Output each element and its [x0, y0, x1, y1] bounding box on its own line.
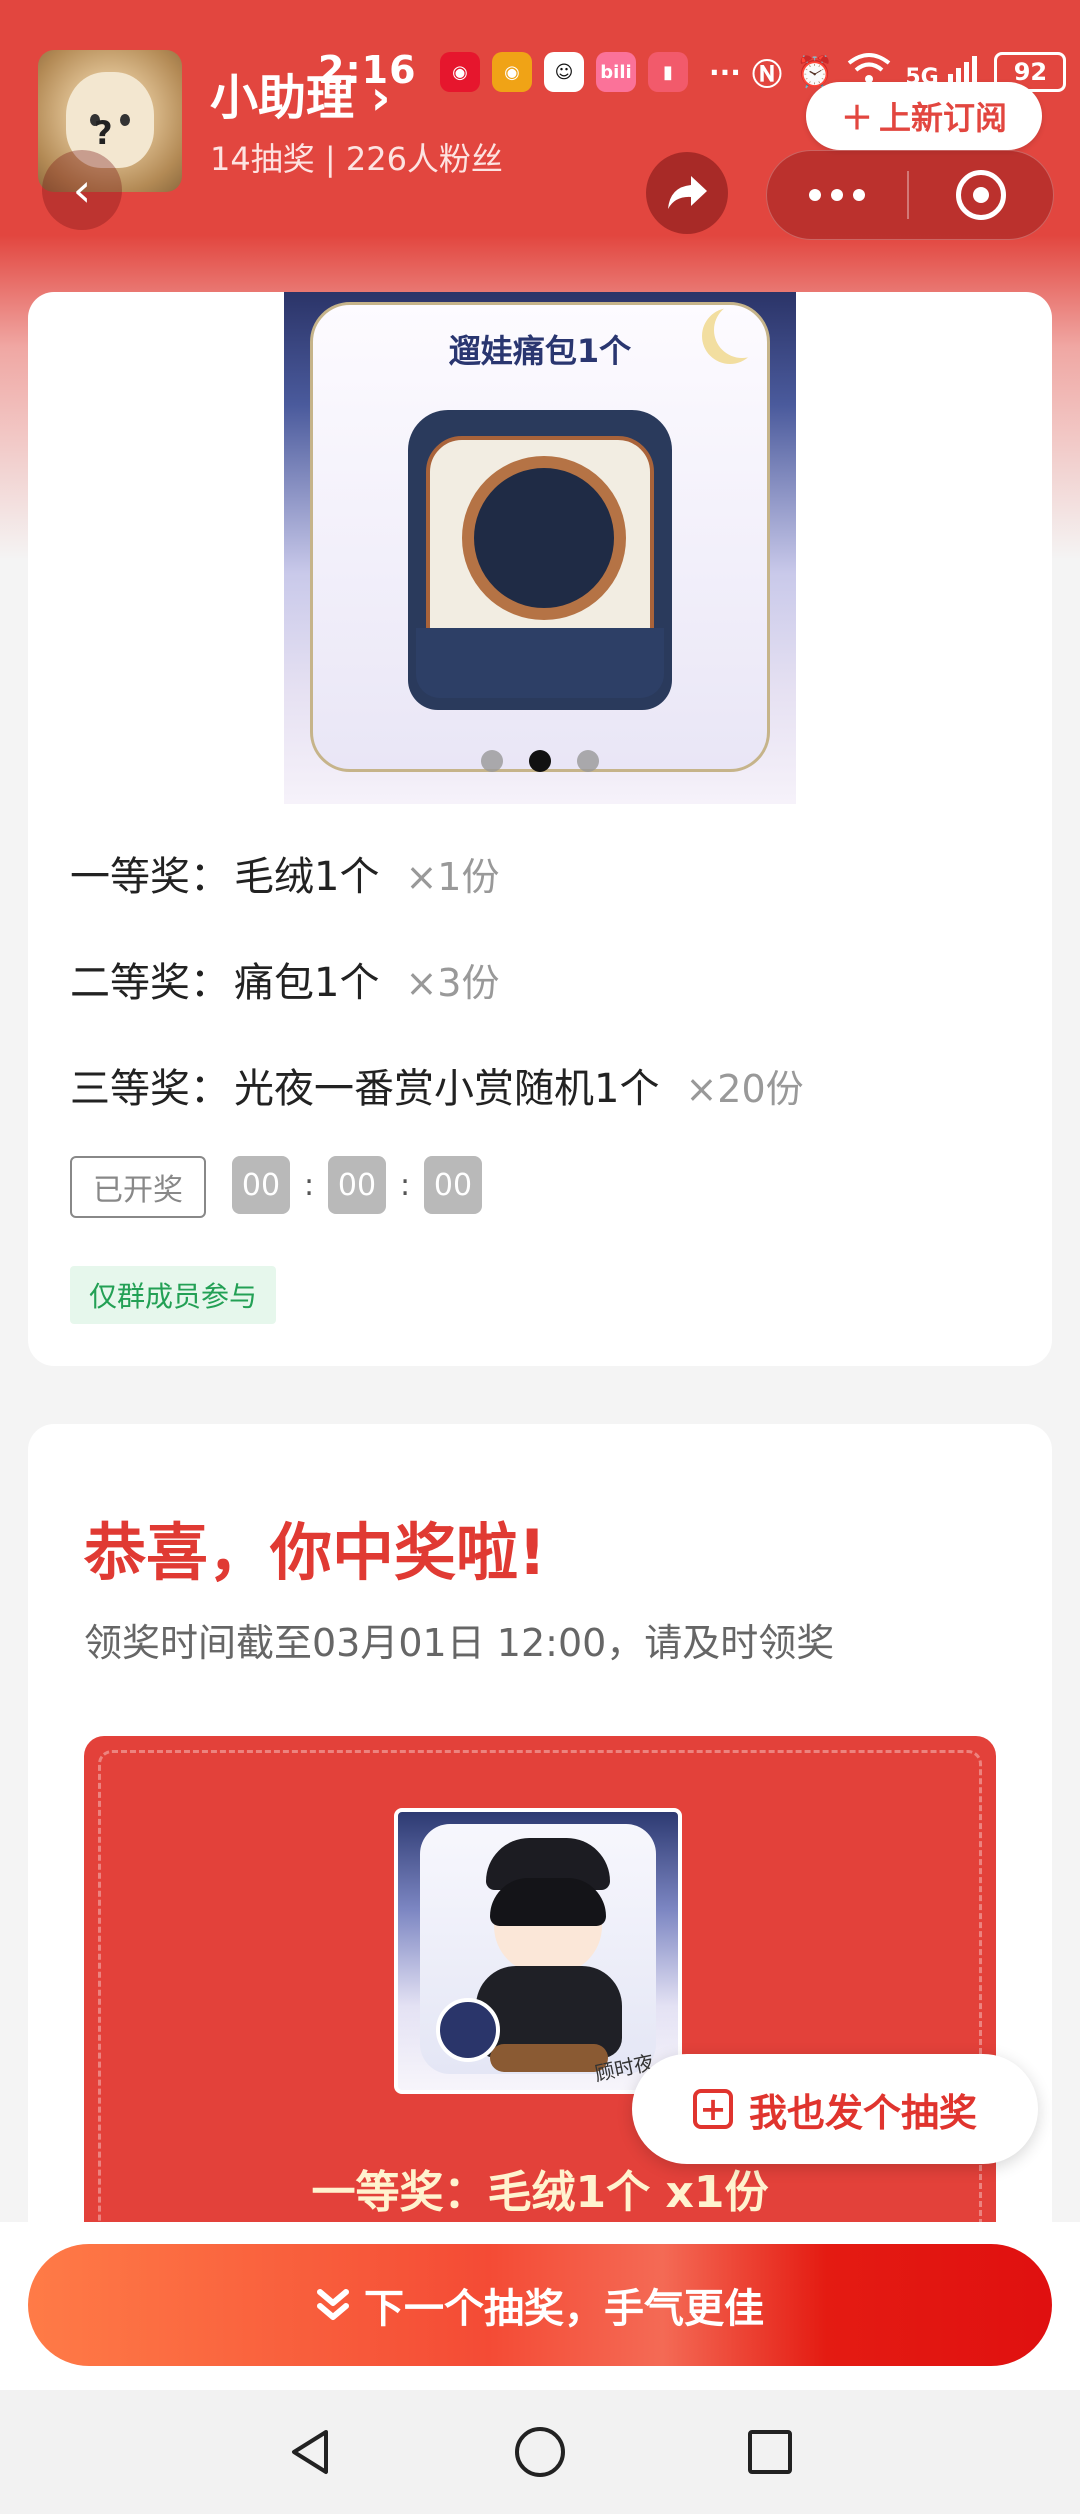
carousel-dot-active[interactable] [529, 750, 551, 772]
prize-row-first: 一等奖： 毛绒1个 ×1份 [70, 854, 500, 900]
plus-icon: ＋ [840, 99, 873, 137]
countdown-hours: 00 [232, 1156, 290, 1214]
status-app-icons: ◉ ◉ ☺ bili ▮ ··· [440, 52, 750, 92]
chevron-left-icon: ‹ [72, 163, 92, 217]
banner-title: 遛娃痛包1个 [448, 332, 632, 370]
system-navigation-bar [0, 2390, 1080, 2514]
carousel-dots [284, 750, 796, 772]
claim-deadline: 领奖时间截至03月01日 12:00，请及时领奖 [84, 1621, 835, 1665]
nav-home-button[interactable] [508, 2420, 572, 2484]
weibo-icon: ◉ [492, 52, 532, 92]
countdown-seconds: 00 [424, 1156, 482, 1214]
won-prize-label: 一等奖：毛绒1个 x1份 [311, 2167, 769, 2218]
more-menu-button[interactable] [767, 189, 907, 201]
draw-status-badge: 已开奖 [70, 1156, 206, 1218]
nfc-icon: Ⓝ [752, 58, 782, 93]
chevron-right-icon: › [370, 70, 391, 126]
win-title: 恭喜，你中奖啦! [84, 1516, 547, 1589]
create-lottery-button[interactable]: + 我也发个抽奖 [632, 2054, 1038, 2164]
weibo-icon: ◉ [440, 52, 480, 92]
plush-prize-image[interactable]: 顾时夜 [394, 1808, 682, 2094]
prize-card: 遛娃痛包1个 一等奖： 毛绒1个 ×1份 二等奖： 痛包1个 ×3份 三等奖： … [28, 292, 1052, 1366]
back-button[interactable]: ‹ [42, 150, 122, 230]
target-icon [956, 170, 1006, 220]
square-recents-icon [748, 2430, 792, 2474]
avatar-question-mark: ? [94, 114, 113, 152]
battery-level: 92 [1013, 58, 1048, 86]
plus-square-icon: + [692, 2089, 733, 2129]
more-notifications-icon: ··· [709, 55, 741, 89]
countdown-minutes: 00 [328, 1156, 386, 1214]
double-chevron-down-icon [316, 2288, 350, 2322]
miniprogram-capsule [766, 150, 1054, 240]
bilibili-icon: bili [596, 52, 636, 92]
circle-home-icon [515, 2427, 565, 2477]
nav-recents-button[interactable] [738, 2420, 802, 2484]
nav-back-button[interactable] [278, 2420, 342, 2484]
share-arrow-icon [668, 176, 707, 209]
carousel-dot[interactable] [481, 750, 503, 772]
qq-icon: ☺ [544, 52, 584, 92]
prize-row-second: 二等奖： 痛包1个 ×3份 [70, 960, 500, 1006]
share-button[interactable] [646, 152, 728, 234]
carousel-dot[interactable] [577, 750, 599, 772]
page-title[interactable]: 小助理 › [210, 58, 391, 128]
backpack-image [408, 410, 672, 710]
prize-row-third: 三等奖： 光夜一番赏小赏随机1个 ×20份 [70, 1066, 804, 1112]
subscribe-button[interactable]: ＋ 上新订阅 [806, 82, 1042, 150]
page-stats: 14抽奖 | 226人粉丝 [210, 140, 503, 178]
triangle-back-icon [292, 2430, 328, 2474]
countdown-timer: 00 : 00 : 00 [232, 1156, 482, 1214]
close-miniprogram-button[interactable] [909, 170, 1053, 220]
next-lottery-button[interactable]: 下一个抽奖，手气更佳 [28, 2244, 1052, 2366]
bottom-action-bar: 下一个抽奖，手气更佳 [0, 2222, 1080, 2390]
prize-banner-carousel[interactable]: 遛娃痛包1个 [284, 292, 796, 804]
book-icon: ▮ [648, 52, 688, 92]
members-only-tag: 仅群成员参与 [70, 1266, 276, 1324]
